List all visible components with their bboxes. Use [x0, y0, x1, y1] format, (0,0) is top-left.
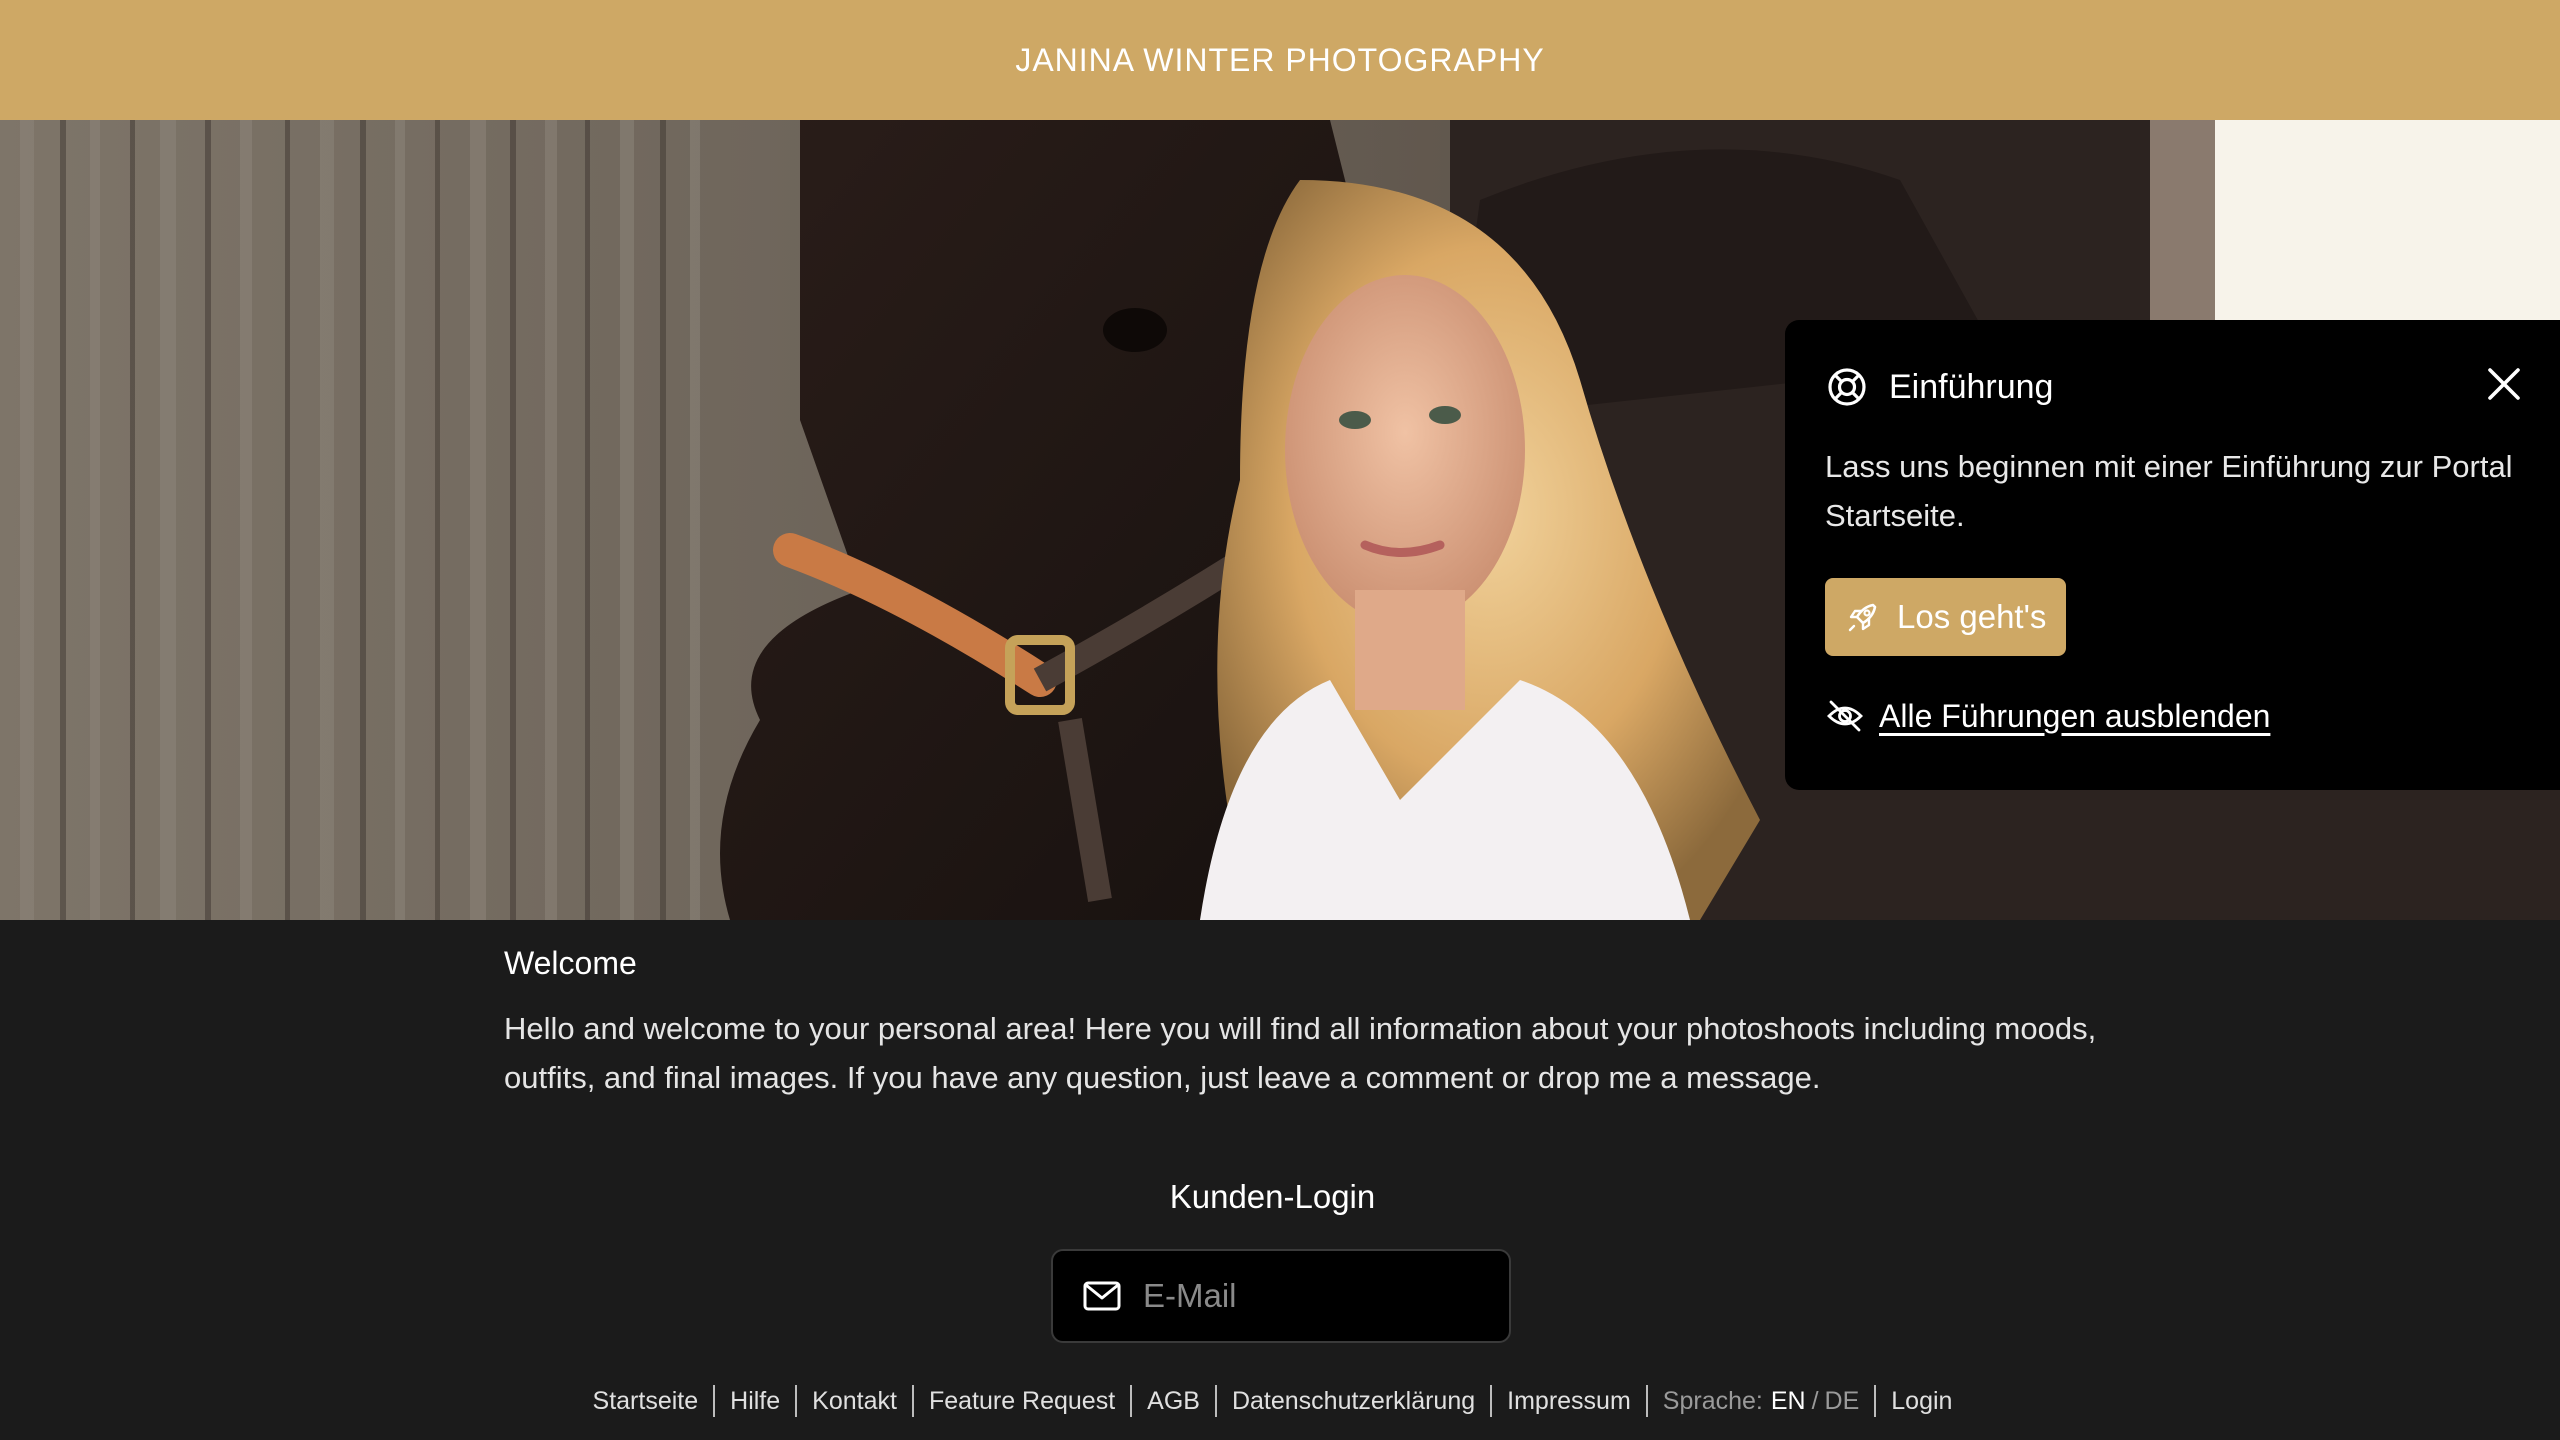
- footer-link-kontakt[interactable]: Kontakt: [812, 1387, 897, 1416]
- hide-tours-label: Alle Führungen ausblenden: [1879, 697, 2271, 734]
- language-label: Sprache:: [1662, 1386, 1763, 1415]
- welcome-section: Welcome Hello and welcome to your person…: [504, 945, 2104, 1102]
- start-tour-button[interactable]: Los geht's: [1825, 578, 2067, 656]
- brand-title[interactable]: JANINA WINTER PHOTOGRAPHY: [1015, 42, 1544, 79]
- language-en[interactable]: EN: [1771, 1387, 1806, 1416]
- footer-link-impressum[interactable]: Impressum: [1507, 1387, 1631, 1416]
- footer-link-agb[interactable]: AGB: [1147, 1387, 1200, 1416]
- footer-link-feature-request[interactable]: Feature Request: [929, 1387, 1115, 1416]
- close-icon[interactable]: [2482, 362, 2526, 406]
- footer-link-login[interactable]: Login: [1891, 1387, 1952, 1416]
- divider: [795, 1385, 798, 1417]
- start-tour-label: Los geht's: [1897, 598, 2047, 635]
- page: JANINA WINTER PHOTOGRAPHY Einführung Las…: [0, 0, 2560, 1440]
- welcome-text: Hello and welcome to your personal area!…: [504, 1011, 2097, 1095]
- footer-link-hilfe[interactable]: Hilfe: [730, 1387, 780, 1416]
- footer-nav: Startseite Hilfe Kontakt Feature Request…: [0, 1381, 2545, 1421]
- lifebuoy-icon: [1828, 368, 1866, 406]
- email-input[interactable]: [1143, 1277, 1483, 1315]
- divider: [1490, 1385, 1493, 1417]
- welcome-title: Welcome: [504, 945, 637, 981]
- language-de[interactable]: DE: [1825, 1387, 1860, 1416]
- tour-title: Einführung: [1889, 367, 2054, 406]
- mail-icon: [1083, 1281, 1121, 1311]
- divider: [1130, 1385, 1133, 1417]
- email-field[interactable]: [1051, 1249, 1511, 1343]
- divider: [1214, 1385, 1217, 1417]
- login-title: Kunden-Login: [1169, 1178, 1376, 1215]
- footer-link-startseite[interactable]: Startseite: [593, 1387, 699, 1416]
- divider: [911, 1385, 914, 1417]
- tour-description: Lass uns beginnen mit einer Einführung z…: [1825, 449, 2513, 533]
- eye-off-icon: [1827, 700, 1863, 732]
- divider: [1645, 1385, 1648, 1417]
- tour-popup: Einführung Lass uns beginnen mit einer E…: [1785, 320, 2560, 790]
- divider: [1874, 1385, 1877, 1417]
- tour-header: Einführung: [1825, 362, 2560, 412]
- divider: [713, 1385, 716, 1417]
- language-separator: /: [1811, 1386, 1819, 1415]
- footer-link-datenschutz[interactable]: Datenschutzerklärung: [1232, 1387, 1475, 1416]
- rocket-icon: [1848, 603, 1877, 632]
- hide-tours-link[interactable]: Alle Führungen ausblenden: [1825, 696, 2560, 736]
- top-header: JANINA WINTER PHOTOGRAPHY: [0, 0, 2560, 120]
